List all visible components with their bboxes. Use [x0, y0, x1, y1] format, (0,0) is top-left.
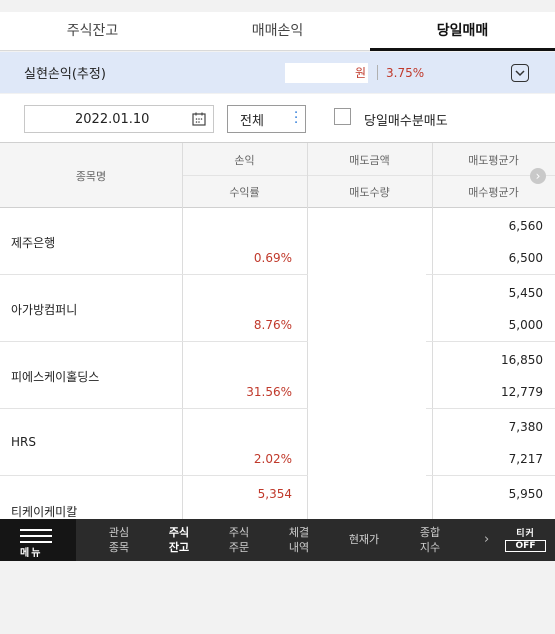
table-row[interactable]: 티케이케미칼 5,354 5,950	[0, 476, 555, 519]
sell-avg-value: 7,380	[508, 420, 543, 434]
menu-button[interactable]: 메뉴	[0, 519, 76, 561]
app-root: 주식잔고 매매손익 당일매매 실현손익(추정) 원 3.75% 2022.01.…	[0, 0, 555, 634]
nav-stock-order[interactable]: 주식 주문	[219, 525, 259, 555]
summary-divider	[377, 65, 378, 80]
buy-avg-value: 12,779	[501, 385, 543, 399]
date-picker[interactable]: 2022.01.10	[24, 105, 214, 133]
chevron-right-icon[interactable]: ›	[484, 532, 489, 547]
sell-avg-value: 6,560	[508, 219, 543, 233]
type-select[interactable]: 전체 · · ·	[227, 105, 306, 133]
header-profit: 손익	[234, 154, 255, 167]
stock-name: 아가방컴퍼니	[11, 303, 78, 317]
nav-stock-balance[interactable]: 주식 잔고	[159, 525, 199, 555]
sell-avg-value: 5,450	[508, 286, 543, 300]
stock-name: 제주은행	[11, 236, 56, 250]
more-icon: · · ·	[294, 106, 299, 131]
menu-label: 메뉴	[20, 548, 43, 559]
expand-toggle-button[interactable]	[511, 64, 529, 82]
redaction-block	[352, 208, 426, 478]
sell-avg-value: 16,850	[501, 353, 543, 367]
date-value: 2022.01.10	[75, 111, 150, 127]
nav-execution-history[interactable]: 체결 내역	[279, 525, 319, 555]
sell-avg-value: 5,950	[508, 487, 543, 501]
profit-value: 5,354	[257, 487, 292, 501]
scroll-right-button[interactable]: ›	[530, 168, 546, 184]
rate-value: 8.76%	[253, 318, 292, 332]
same-day-sell-label: 당일매수분매도	[364, 114, 448, 129]
trades-table[interactable]: 종목명 손익 수익률 매도금액 매도수량 매도평균가 매수평균가 › 제주은행 …	[0, 142, 555, 519]
summary-label: 실현손익(추정)	[24, 67, 106, 82]
stock-name: 티케이케미칼	[11, 505, 78, 519]
chevron-down-icon	[515, 69, 525, 76]
redaction-block	[244, 281, 302, 315]
header-buy-avg: 매수평균가	[468, 186, 519, 199]
summary-amount: 원	[285, 62, 368, 83]
header-rate: 수익률	[229, 186, 260, 199]
header-sell-avg: 매도평균가	[468, 154, 519, 167]
table-row[interactable]: 제주은행 0.69% 6,560 6,500	[0, 208, 555, 275]
table-row[interactable]: 피에스케이홀딩스 31.56% 16,850 12,779	[0, 342, 555, 409]
tab-trade-profit[interactable]: 매매손익	[185, 12, 370, 50]
redaction-block	[308, 208, 352, 519]
nav-watchlist[interactable]: 관심 종목	[99, 525, 139, 555]
buy-avg-value: 6,500	[508, 251, 543, 265]
rate-value: 31.56%	[246, 385, 292, 399]
nav-current-price[interactable]: 현재가	[339, 532, 389, 547]
type-select-value: 전체	[240, 113, 264, 129]
same-day-sell-checkbox[interactable]	[334, 108, 351, 125]
table-row[interactable]: HRS 2.02% 7,380 7,217	[0, 409, 555, 476]
ticker-toggle[interactable]: 티커 OFF	[505, 526, 546, 552]
table-header: 종목명 손익 수익률 매도금액 매도수량 매도평균가 매수평균가 ›	[0, 143, 555, 208]
buy-avg-value: 7,217	[508, 452, 543, 466]
rate-value: 2.02%	[253, 452, 292, 466]
ticker-label: 티커	[516, 529, 535, 539]
header-divider	[182, 175, 555, 176]
header-sell-qty: 매도수량	[349, 186, 390, 199]
header-sell-amount: 매도금액	[349, 154, 390, 167]
redaction-block	[234, 422, 306, 438]
tab-stock-balance[interactable]: 주식잔고	[0, 12, 185, 50]
rate-value: 0.69%	[253, 251, 292, 265]
tab-today-trades[interactable]: 당일매매	[370, 12, 555, 51]
calendar-icon[interactable]	[192, 112, 206, 126]
buy-avg-value: 5,000	[508, 318, 543, 332]
summary-rate: 3.75%	[386, 65, 425, 80]
realized-profit-summary: 실현손익(추정) 원 3.75%	[0, 52, 555, 93]
tab-bar: 주식잔고 매매손익 당일매매	[0, 12, 555, 51]
filter-bar: 2022.01.10 전체 · · · 당일매수분매도	[0, 94, 555, 142]
stock-name: 피에스케이홀딩스	[11, 370, 100, 384]
bottom-nav: 메뉴 관심 종목 주식 잔고 주식 주문 체결 내역 현재가 종합 지수 › 티…	[0, 519, 555, 561]
stock-name: HRS	[11, 435, 36, 449]
ticker-state: OFF	[505, 540, 546, 552]
nav-composite-index[interactable]: 종합 지수	[410, 525, 450, 555]
header-name: 종목명	[75, 170, 107, 183]
